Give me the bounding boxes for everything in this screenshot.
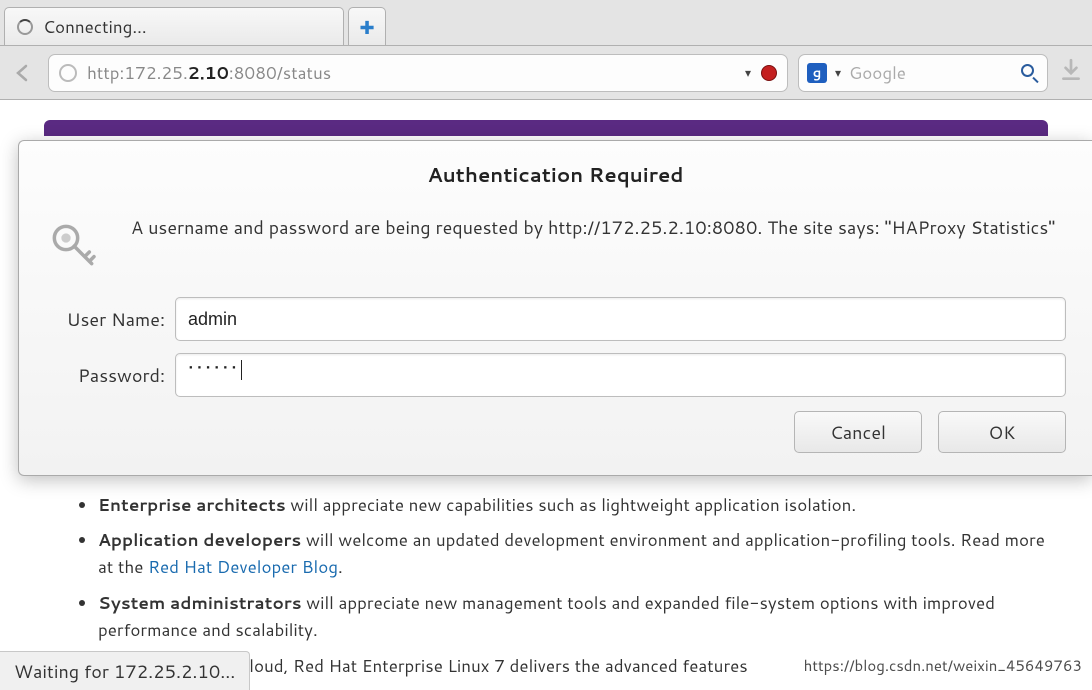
bullet-bold: Enterprise architects <box>98 493 286 517</box>
bullet-bold: Application developers <box>98 528 301 552</box>
dialog-title: Authentication Required <box>45 161 1066 189</box>
key-icon <box>45 213 101 279</box>
search-icon[interactable] <box>1021 64 1039 82</box>
bullet-text: will appreciate new capabilities such as… <box>286 493 856 517</box>
username-input[interactable] <box>175 297 1066 341</box>
auth-dialog: Authentication Required A username and p… <box>18 140 1092 476</box>
dialog-message: A username and password are being reques… <box>131 213 1055 242</box>
list-item: Application developers will welcome an u… <box>98 527 1048 581</box>
back-arrow-icon <box>12 61 36 85</box>
new-tab-button[interactable]: ✚ <box>348 7 386 45</box>
downloads-button[interactable] <box>1058 57 1082 89</box>
list-item: System administrators will appreciate ne… <box>98 590 1048 644</box>
google-badge-icon: g <box>807 63 827 83</box>
url-host: 2.10 <box>188 61 229 85</box>
url-prefix: http:172.25. <box>87 61 188 85</box>
password-label: Password: <box>45 362 165 388</box>
list-item: Enterprise architects will appreciate ne… <box>98 492 1048 519</box>
tab-bar: Connecting... ✚ <box>0 0 1092 46</box>
search-field[interactable]: g ▾ Google <box>798 54 1048 92</box>
cancel-button[interactable]: Cancel <box>794 411 922 453</box>
username-label: User Name: <box>45 306 165 332</box>
loading-spinner-icon <box>17 19 33 35</box>
tab-title: Connecting... <box>43 15 147 39</box>
url-text: http:172.25.2.10:8080/status <box>87 61 735 85</box>
developer-blog-link[interactable]: Red Hat Developer Blog <box>148 555 338 579</box>
banner-stripe <box>44 120 1048 136</box>
url-field[interactable]: http:172.25.2.10:8080/status ▾ <box>48 54 788 92</box>
ok-button[interactable]: OK <box>938 411 1066 453</box>
stop-icon[interactable] <box>761 65 777 81</box>
globe-icon <box>59 64 77 82</box>
url-path: :8080/status <box>229 61 331 85</box>
status-bar: Waiting for 172.25.2.10... <box>0 651 250 690</box>
back-button[interactable] <box>10 59 38 87</box>
bullet-bold: System administrators <box>98 591 302 615</box>
password-input[interactable]: •••••• <box>175 353 1066 397</box>
bullet-list: Enterprise architects will appreciate ne… <box>98 492 1048 644</box>
chevron-down-icon[interactable]: ▾ <box>745 64 751 81</box>
browser-tab[interactable]: Connecting... <box>4 7 344 45</box>
chevron-down-icon[interactable]: ▾ <box>835 64 841 81</box>
watermark: https://blog.csdn.net/weixin_45649763 <box>804 655 1082 676</box>
search-placeholder: Google <box>849 61 1013 85</box>
password-mask: •••••• <box>188 354 240 380</box>
plus-icon: ✚ <box>359 14 374 40</box>
text-cursor <box>241 360 242 380</box>
nav-bar: http:172.25.2.10:8080/status ▾ g ▾ Googl… <box>0 46 1092 100</box>
bullet-text: . <box>338 555 343 579</box>
